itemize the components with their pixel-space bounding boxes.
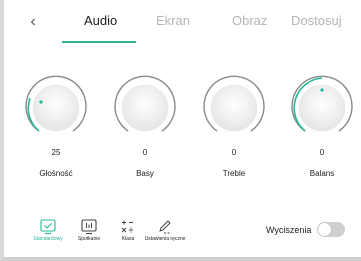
preset-manual-button[interactable]: Ustawienia ręczne: [144, 219, 186, 261]
tab-dostosuj[interactable]: Dostosuj: [291, 12, 342, 30]
bass-label: Basy: [136, 169, 154, 178]
volume-knob[interactable]: [24, 75, 88, 140]
preset-standard-button[interactable]: Standardowy: [27, 219, 69, 261]
balance-value: 0: [319, 148, 325, 157]
tab-audio[interactable]: Audio: [84, 12, 117, 30]
treble-value: 0: [231, 148, 237, 157]
preset-manual-label: Ustawienia ręczne: [144, 236, 186, 242]
active-tab-indicator: [62, 41, 136, 43]
bass-value: 0: [142, 148, 148, 157]
math-symbols-icon: [118, 219, 138, 235]
treble-knob[interactable]: [202, 75, 266, 140]
balance-label: Balans: [309, 169, 335, 178]
treble-label: Treble: [222, 169, 246, 178]
audio-settings-panel: ‹ Audio Ekran Obraz Dostosuj 25 Głośność: [0, 0, 361, 261]
tab-obraz[interactable]: Obraz: [232, 12, 267, 30]
check-screen-icon: [38, 219, 58, 235]
pen-icon: [155, 219, 175, 235]
bass-knob[interactable]: [113, 75, 177, 140]
noise-cancellation-toggle[interactable]: [317, 222, 345, 237]
volume-value: 25: [51, 148, 61, 157]
back-chevron-icon[interactable]: ‹: [26, 11, 40, 33]
noise-cancellation-label: Wyciszenia: [266, 225, 312, 235]
toggle-thumb: [318, 223, 331, 236]
balance-knob[interactable]: [290, 75, 354, 140]
volume-label: Głośność: [39, 169, 73, 178]
tab-ekran[interactable]: Ekran: [156, 12, 190, 30]
equalizer-icon: [79, 219, 99, 235]
